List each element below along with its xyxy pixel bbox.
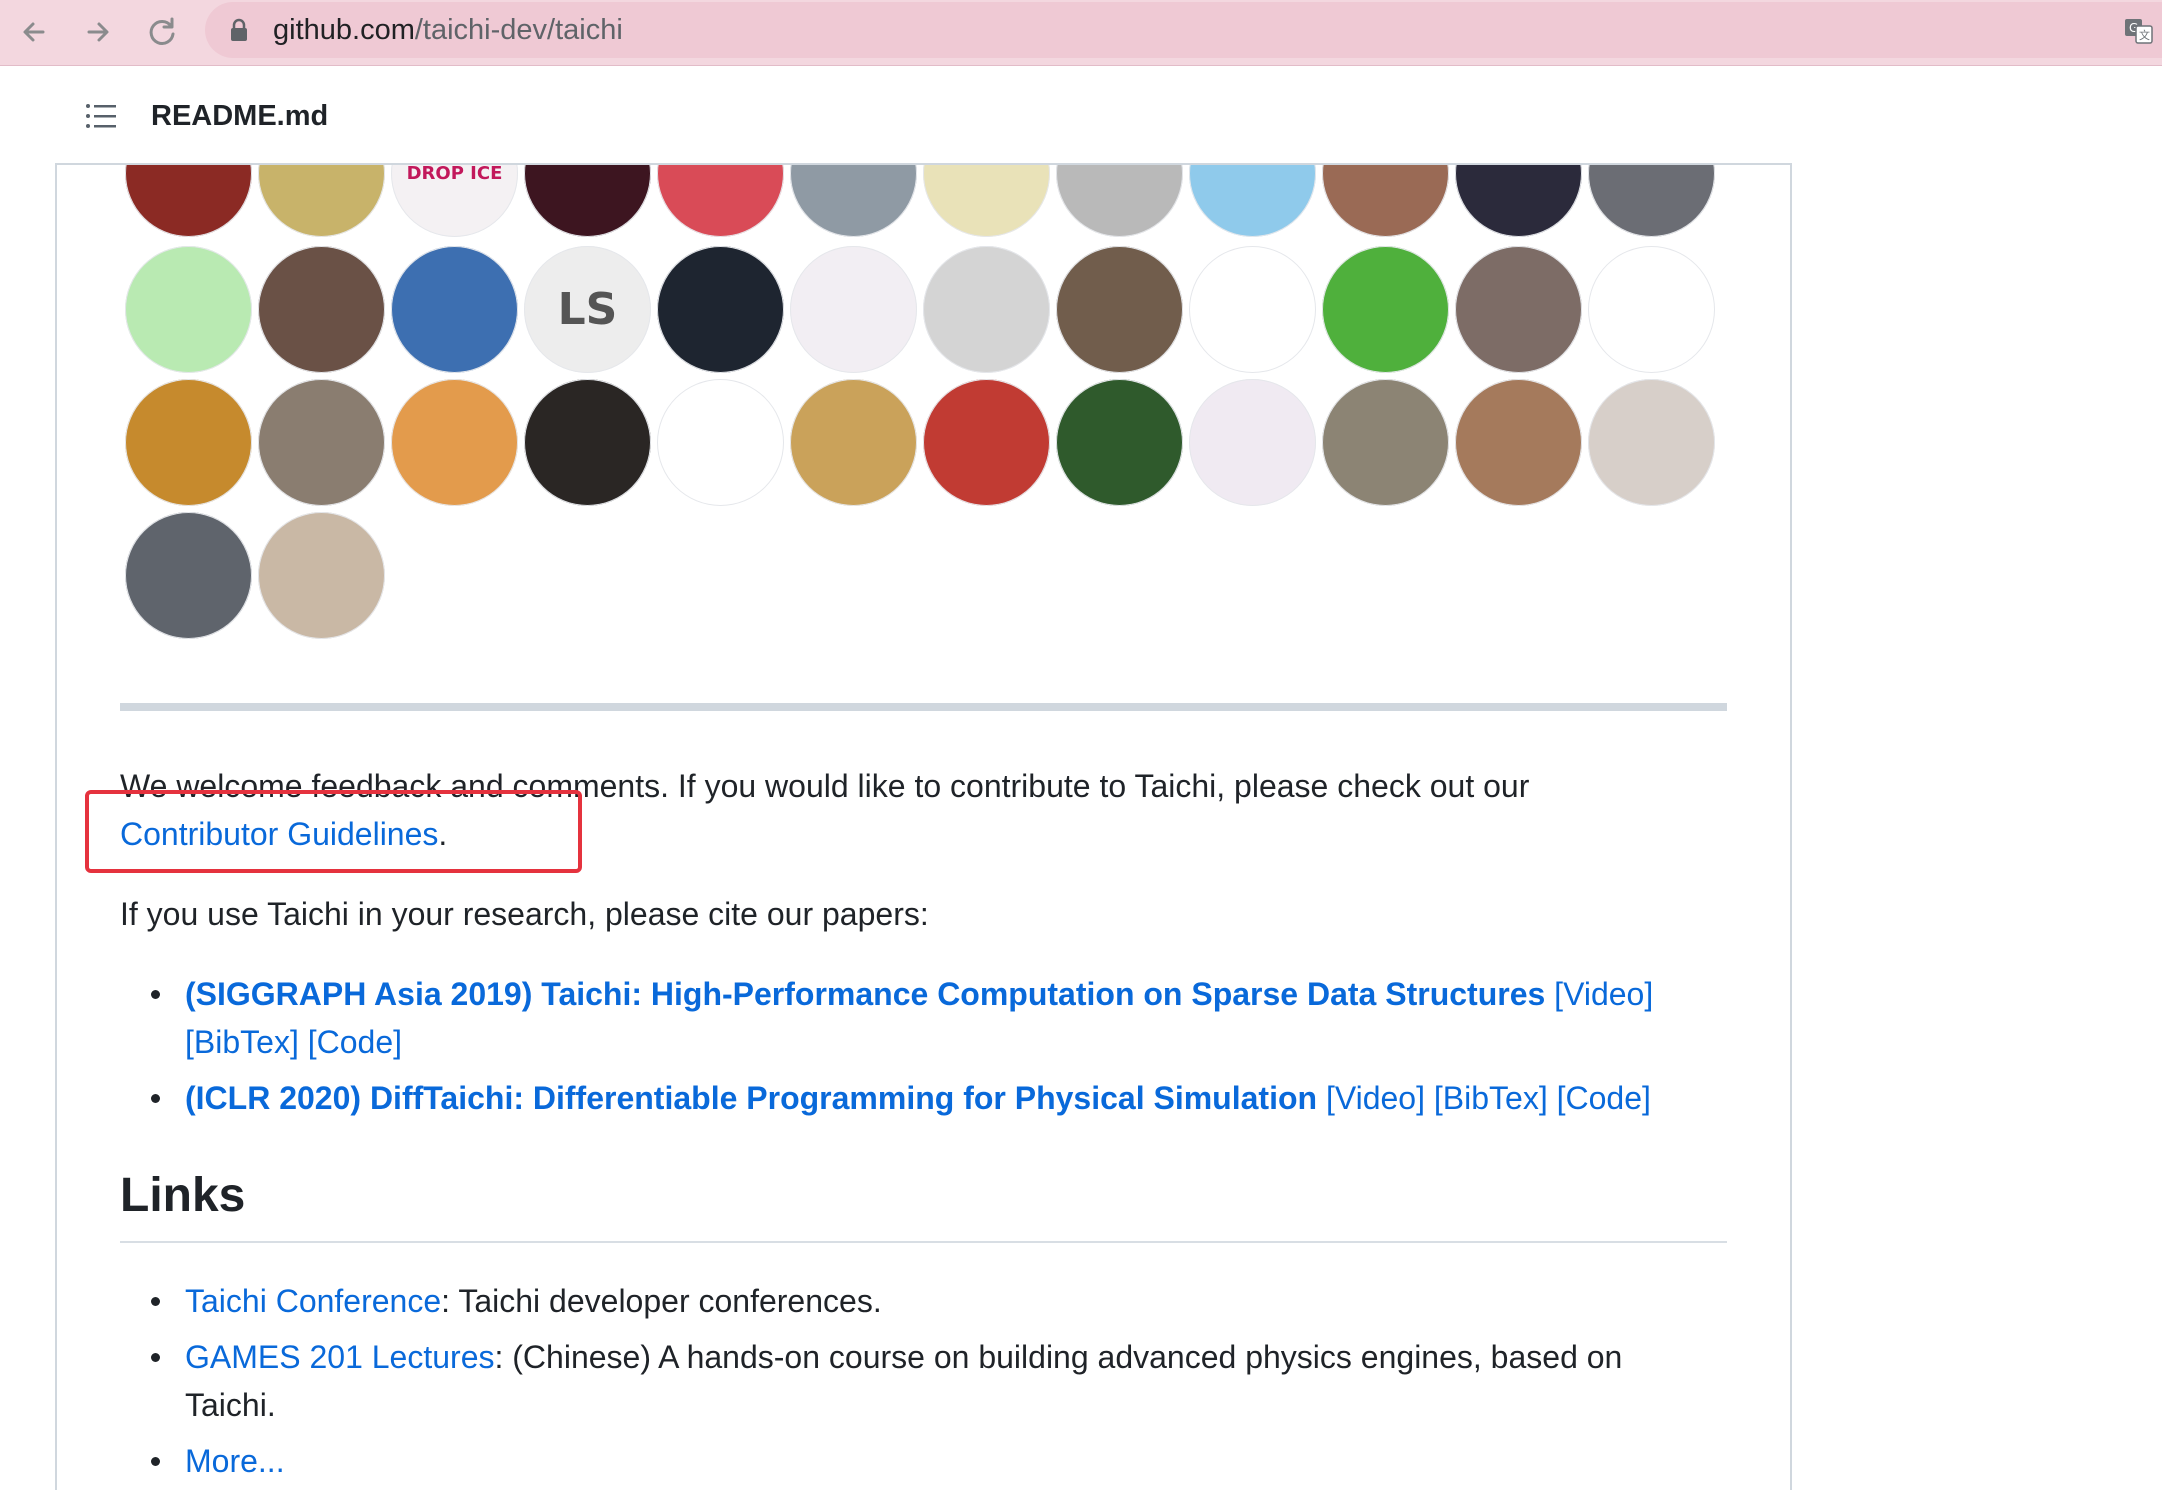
- paper-bibtex-link[interactable]: [BibTex]: [1434, 1080, 1548, 1116]
- paper-video-link[interactable]: [Video]: [1554, 976, 1653, 1012]
- paper-item: (ICLR 2020) DiffTaichi: Differentiable P…: [185, 1074, 1651, 1122]
- url-text[interactable]: github.com/taichi-dev/taichi: [273, 15, 623, 45]
- back-arrow-icon[interactable]: [12, 10, 56, 54]
- paper-code-link[interactable]: [Code]: [1557, 1080, 1651, 1116]
- browser-toolbar: github.com/taichi-dev/taichi G文: [0, 0, 2162, 66]
- readme-header: README.md: [55, 66, 1792, 165]
- bullet-dot: [151, 1457, 160, 1466]
- link-item: Taichi Conference: Taichi developer conf…: [185, 1283, 882, 1319]
- lock-icon: [229, 18, 249, 42]
- link-item: More...: [185, 1437, 285, 1485]
- links-heading: Links: [120, 1169, 246, 1222]
- heading-rule: [120, 1241, 1727, 1243]
- translate-icon[interactable]: G文: [2124, 16, 2154, 46]
- paper-item: (SIGGRAPH Asia 2019) Taichi: High-Perfor…: [185, 970, 1653, 1018]
- address-bar[interactable]: github.com/taichi-dev/taichi G文: [205, 2, 2162, 58]
- paper-video-link[interactable]: [Video]: [1326, 1080, 1425, 1116]
- svg-text:文: 文: [2139, 28, 2150, 42]
- paper-code-link[interactable]: [Code]: [308, 1024, 402, 1060]
- readme-title: README.md: [151, 100, 329, 132]
- bullet-dot: [151, 1353, 160, 1362]
- table-of-contents-icon[interactable]: [85, 102, 117, 130]
- cite-intro: If you use Taichi in your research, plea…: [120, 896, 929, 932]
- bullet-dot: [151, 1297, 160, 1306]
- reload-icon[interactable]: [140, 10, 184, 54]
- bullet-dot: [151, 1094, 160, 1103]
- games201-link[interactable]: GAMES 201 Lectures: [185, 1339, 494, 1375]
- bullet-dot: [151, 990, 160, 999]
- more-links-link[interactable]: More...: [185, 1443, 285, 1479]
- link-item: GAMES 201 Lectures: (Chinese) A hands-on…: [185, 1339, 1623, 1375]
- taichi-conference-link[interactable]: Taichi Conference: [185, 1283, 441, 1319]
- link-item-continued: Taichi.: [185, 1387, 276, 1423]
- highlight-annotation: [85, 790, 582, 873]
- paper-item-continued: [BibTex] [Code]: [185, 1018, 402, 1066]
- paper-title-link[interactable]: (ICLR 2020) DiffTaichi: Differentiable P…: [185, 1080, 1317, 1116]
- forward-arrow-icon[interactable]: [76, 10, 120, 54]
- paper-bibtex-link[interactable]: [BibTex]: [185, 1024, 299, 1060]
- paper-title-link[interactable]: (SIGGRAPH Asia 2019) Taichi: High-Perfor…: [185, 976, 1545, 1012]
- section-divider: [120, 703, 1727, 711]
